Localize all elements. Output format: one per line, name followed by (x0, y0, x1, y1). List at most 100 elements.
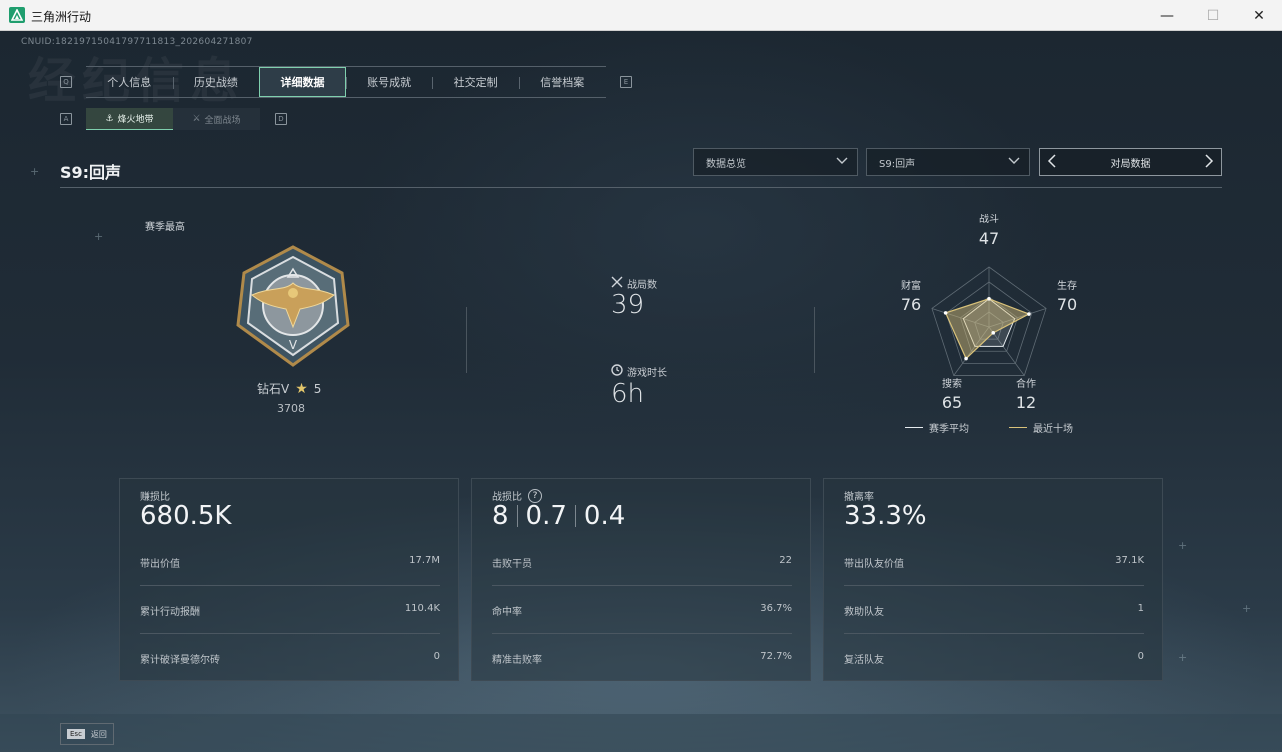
game-area: 经纪信息 CNUID:18219715041797711813_20260427… (0, 31, 1282, 752)
stat-value: 22 (779, 555, 792, 566)
minimize-button[interactable]: — (1144, 0, 1190, 31)
legend-label: 最近十场 (1033, 424, 1073, 435)
kd-card: 战损比 ? 8 0.7 0.4 击败干员 22 命中率 36.7% 精准击败率 … (471, 478, 811, 681)
divider (60, 187, 1222, 188)
dropdown-value: 数据总览 (706, 158, 746, 170)
svg-text:V: V (289, 338, 298, 352)
tab-prev-key-hint[interactable]: Q (60, 76, 72, 88)
mode-tabs: ⚓ 烽火地带 ⚔ 全面战场 (86, 108, 260, 130)
stat-label: 击败干员 (492, 559, 532, 570)
tab-social-custom[interactable]: 社交定制 (432, 67, 519, 97)
kd-third: 0.4 (583, 501, 626, 531)
stat-label: 救助队友 (844, 607, 884, 618)
rank-badge-icon: V (230, 243, 356, 369)
radar-axis-value: 47 (979, 229, 999, 248)
rank-score: 3708 (277, 402, 305, 415)
season-dropdown[interactable]: S9:回声 (866, 148, 1030, 176)
plus-decoration-icon: + (1178, 539, 1188, 552)
crossed-swords-icon: ⚔ (192, 114, 201, 124)
maximize-button[interactable]: ☐ (1190, 0, 1236, 31)
back-button[interactable]: Esc 返回 (60, 723, 114, 745)
season-best-label: 赛季最高 (145, 222, 185, 233)
tab-label: 烽火地带 (117, 115, 154, 125)
radar-axis-label: 合作 (1016, 377, 1036, 390)
stat-value: 17.7M (409, 555, 440, 566)
radar-point (991, 331, 996, 335)
anchor-icon: ⚓ (105, 113, 114, 124)
stat-label: 带出价值 (140, 559, 180, 570)
tab-detailed-data[interactable]: 详细数据 (259, 67, 346, 97)
bottom-bar: Esc 返回 (0, 714, 1282, 752)
chevron-left-icon[interactable] (1046, 153, 1058, 173)
back-label: 返回 (90, 729, 107, 739)
stat-label: 累计行动报酬 (140, 607, 200, 618)
stat-label: 复活队友 (844, 655, 884, 666)
tab-achievements[interactable]: 账号成就 (345, 67, 433, 97)
divider (516, 505, 518, 527)
radar-point (943, 311, 948, 315)
player-uid: CNUID:18219715041797711813_202604271807 (21, 37, 253, 47)
star-icon: ★ (295, 380, 308, 397)
tab-personal-info[interactable]: 个人信息 (86, 67, 173, 97)
kd-overall: 8 (492, 501, 509, 531)
radar-axis-label: 财富 (901, 279, 921, 292)
radar-axis-label: 搜索 (942, 377, 962, 390)
chevron-down-icon (835, 154, 849, 171)
profit-card: 赚损比 680.5K 带出价值 17.7M 累计行动报酬 110.4K 累计破译… (119, 478, 459, 681)
matches-label-group: 战局数 (611, 276, 657, 291)
card-main-value: 33.3% (844, 501, 927, 531)
extraction-card: 撤离率 33.3% 带出队友价值 37.1K 救助队友 1 复活队友 0 (823, 478, 1163, 681)
stat-row: 复活队友 0 (844, 651, 1144, 699)
radar-axis-value: 12 (1016, 393, 1036, 412)
plus-decoration-icon: + (1242, 602, 1252, 615)
legend-label: 赛季平均 (929, 424, 969, 435)
chevron-right-icon[interactable] (1203, 153, 1215, 173)
divider (466, 307, 467, 373)
window-title: 三角洲行动 (31, 10, 92, 24)
stat-value: 36.7% (760, 603, 792, 614)
tab-next-key-hint[interactable]: E (620, 76, 632, 88)
ability-radar-chart: 战斗 47 生存 70 合作 12 搜索 65 财富 76 (901, 214, 1077, 412)
dropdown-value: S9:回声 (879, 158, 916, 170)
tab-mode-warfare[interactable]: ⚔ 全面战场 (173, 108, 260, 130)
tab-label: 全面战场 (204, 115, 241, 126)
radar-axis-label: 生存 (1057, 279, 1077, 292)
stat-value: 0 (433, 651, 440, 662)
radar-axis-value: 76 (901, 295, 921, 314)
legend-recent-ten: 最近十场 (1009, 420, 1073, 435)
divider (492, 585, 792, 586)
stat-row: 精准击败率 72.7% (492, 651, 792, 699)
kd-values: 8 0.7 0.4 (492, 501, 625, 531)
crossed-swords-icon (611, 276, 623, 291)
kd-recent: 0.7 (525, 501, 567, 531)
divider (844, 633, 1144, 634)
stat-label: 命中率 (492, 607, 522, 618)
radar-axis-label: 战斗 (979, 214, 999, 225)
playtime-value: 6h (611, 379, 645, 409)
esc-key-hint: Esc (67, 729, 85, 739)
radar-point (1027, 312, 1031, 316)
stat-label: 累计破译曼德尔砖 (140, 655, 220, 666)
close-button[interactable]: ✕ (1236, 0, 1282, 31)
plus-decoration-icon: + (30, 165, 40, 178)
tab-reputation[interactable]: 信誉档案 (518, 67, 606, 97)
stat-value: 37.1K (1115, 555, 1144, 566)
divider (140, 585, 440, 586)
matches-label: 战局数 (627, 280, 657, 291)
divider (140, 633, 440, 634)
tab-match-history[interactable]: 历史战绩 (172, 67, 260, 97)
radar-point (987, 297, 991, 301)
rank-name: 钻石V (257, 382, 290, 396)
legend-swatch (905, 427, 923, 428)
stat-row: 带出价值 17.7M (140, 555, 440, 603)
playtime-label: 游戏时长 (627, 368, 667, 379)
divider (574, 505, 576, 527)
tab-mode-extraction[interactable]: ⚓ 烽火地带 (86, 108, 173, 130)
subtab-next-key-hint[interactable]: D (275, 113, 287, 125)
subtab-prev-key-hint[interactable]: A (60, 113, 72, 125)
stat-row: 命中率 36.7% (492, 603, 792, 651)
radar-axis-value: 70 (1057, 295, 1077, 314)
divider (492, 633, 792, 634)
stat-row: 击败干员 22 (492, 555, 792, 603)
data-type-dropdown[interactable]: 数据总览 (693, 148, 858, 176)
